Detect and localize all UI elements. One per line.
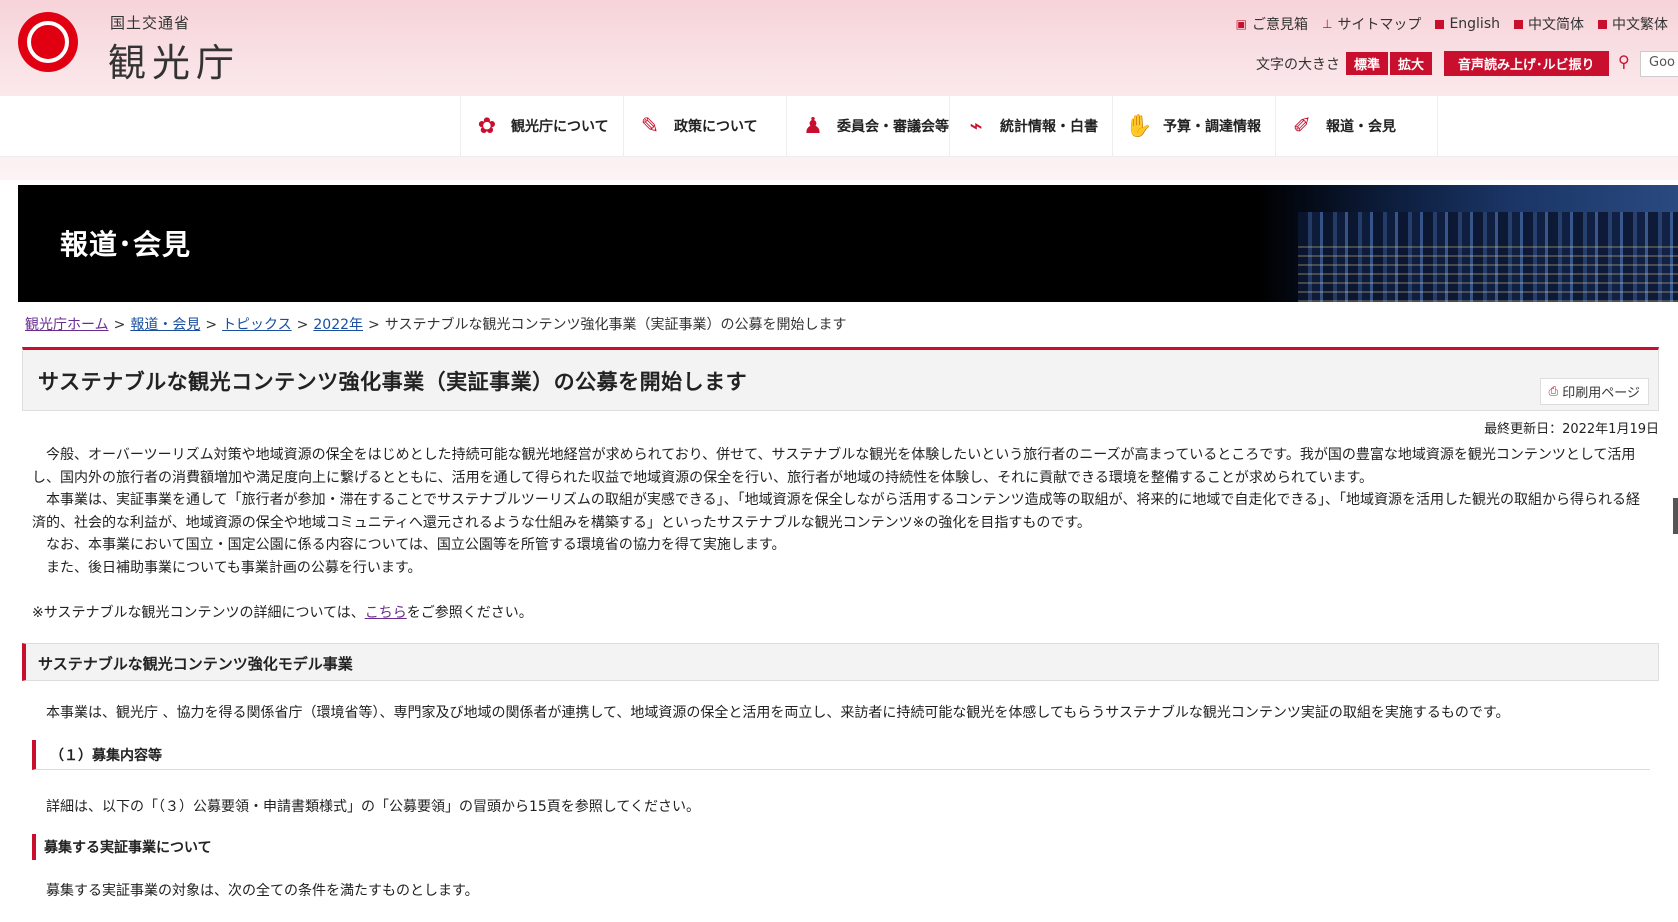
chart-icon: ⌁ xyxy=(969,113,983,139)
location-pin-icon: ⚲ xyxy=(1618,52,1630,71)
paragraph: 今般、オーバーツーリズム対策や地域資源の保全をはじめとした持続可能な観光地経営が… xyxy=(32,447,1636,486)
section-heading: サステナブルな観光コンテンツ強化モデル事業 xyxy=(22,643,1659,681)
breadcrumb-home[interactable]: 観光庁ホーム xyxy=(25,317,109,333)
nav-label: 委員会・審議会等 xyxy=(837,119,949,135)
paragraph: また、後日補助事業についても事業計画の公募を行います。 xyxy=(46,559,422,576)
note-prefix: ※サステナブルな観光コンテンツの詳細については、 xyxy=(32,605,365,621)
breadcrumb-topics[interactable]: トピックス xyxy=(222,317,292,333)
page-title-box: サステナブルな観光コンテンツ強化事業（実証事業）の公募を開始します ⎙ 印刷用ペー… xyxy=(22,347,1659,411)
nav-label: 予算・調達情報 xyxy=(1163,119,1261,135)
page-title: サステナブルな観光コンテンツ強化事業（実証事業）の公募を開始します xyxy=(38,370,748,394)
font-large-button[interactable]: 拡大 xyxy=(1390,52,1433,75)
reference-note: ※サステナブルな観光コンテンツの詳細については、こちらをご参照ください。 xyxy=(32,602,533,622)
last-updated: 最終更新日：2022年1月19日 xyxy=(1484,422,1659,437)
voice-ruby-button[interactable]: 音声読み上げ･ルビ振り xyxy=(1444,51,1609,76)
sub-subsection-text: 募集する実証事業の対象は、次の全ての条件を満たすものとします。 xyxy=(46,883,479,899)
search-input[interactable]: Goo xyxy=(1640,51,1678,77)
breadcrumb-separator: > xyxy=(296,317,309,333)
nav-label: 統計情報・白書 xyxy=(1000,119,1098,135)
microphone-icon: ✐ xyxy=(1292,113,1312,139)
subsection-heading: （１）募集内容等 xyxy=(32,740,1650,770)
sitemap-icon: ⊥ xyxy=(1321,17,1333,31)
square-bullet-icon xyxy=(1435,19,1445,29)
agency-name: 観光庁 xyxy=(108,41,241,85)
util-link-chinese-simplified[interactable]: 中文简体 xyxy=(1514,14,1584,34)
breadcrumb-press[interactable]: 報道・会見 xyxy=(130,317,200,333)
nav-press[interactable]: ✐ 報道・会見 xyxy=(1275,96,1438,156)
handshake-icon: ✋ xyxy=(1125,113,1153,139)
nav-about[interactable]: ✿ 観光庁について xyxy=(460,96,623,156)
scrollbar-thumb[interactable] xyxy=(1673,498,1678,534)
site-logo[interactable]: 国土交通省 観光庁 xyxy=(18,12,248,85)
breadcrumb-separator: > xyxy=(368,317,380,333)
breadcrumb: 観光庁ホーム > 報道・会見 > トピックス >2022年 > サステナブルな観光コンテンツ強… xyxy=(25,314,846,334)
paragraph: なお、本事業において国立・国定公園に係る内容については、国立公園等を所管する環境… xyxy=(46,537,786,553)
global-nav: ✿ 観光庁について ✎ 政策について ♟ 委員会・審議会等 ⌁ 統計情報・白書 ✋ 予算・… xyxy=(0,95,1678,157)
square-bullet-icon xyxy=(1598,19,1607,29)
util-link-label: English xyxy=(1449,16,1500,32)
section-banner: 報道･会見 xyxy=(18,185,1678,302)
breadcrumb-separator: > xyxy=(113,317,126,333)
nav-committee[interactable]: ♟ 委員会・審議会等 xyxy=(786,96,949,156)
nav-statistics[interactable]: ⌁ 統計情報・白書 xyxy=(949,96,1112,156)
util-link-label: 中文繁体 xyxy=(1612,17,1668,33)
font-size-label: 文字の大きさ xyxy=(1256,56,1340,73)
mailbox-icon: ▣ xyxy=(1235,17,1247,31)
font-size-control: 文字の大きさ 標準 拡大 xyxy=(1256,52,1433,75)
printer-icon: ⎙ xyxy=(1548,384,1559,398)
nav-label: 政策について xyxy=(674,119,758,135)
nav-policy[interactable]: ✎ 政策について xyxy=(623,96,786,156)
breadcrumb-separator: > xyxy=(205,317,218,333)
util-link-label: サイトマップ xyxy=(1337,17,1422,33)
ministry-name: 国土交通省 xyxy=(110,14,191,32)
pencil-icon: ✎ xyxy=(640,113,660,139)
util-link-chinese-traditional[interactable]: 中文繁体 xyxy=(1598,14,1668,34)
square-bullet-icon xyxy=(1514,19,1523,29)
print-page-button[interactable]: ⎙ 印刷用ページ xyxy=(1539,378,1649,405)
section-text: 本事業は、観光庁 、協力を得る関係省庁（環境省等）、専門家及び地域の関係者が連携… xyxy=(46,705,1510,721)
flower-icon: ✿ xyxy=(477,113,497,139)
city-night-image xyxy=(1258,185,1678,302)
paragraph: 本事業は、実証事業を通して「旅行者が参加・滞在することでサステナブルツーリズムの… xyxy=(32,492,1641,531)
util-link-label: ご意見箱 xyxy=(1251,17,1308,33)
people-icon: ♟ xyxy=(803,113,823,139)
util-link-opinion[interactable]: ▣ ご意見箱 xyxy=(1236,14,1308,34)
jta-logo-icon xyxy=(18,12,78,72)
sub-subsection-heading: 募集する実証事業について xyxy=(32,834,362,860)
utility-links: ▣ ご意見箱 ⊥ サイトマップ English 中文简体 中文繁体 xyxy=(1236,14,1668,34)
util-link-label: 中文简体 xyxy=(1528,17,1584,33)
breadcrumb-year[interactable]: 2022年 xyxy=(313,317,363,333)
breadcrumb-current: サステナブルな観光コンテンツ強化事業（実証事業）の公募を開始します xyxy=(384,317,847,333)
print-label: 印刷用ページ xyxy=(1562,386,1640,401)
intro-text: 今般、オーバーツーリズム対策や地域資源の保全をはじめとした持続可能な観光地経営が… xyxy=(32,444,1654,579)
util-link-sitemap[interactable]: ⊥ サイトマップ xyxy=(1322,14,1421,34)
nav-label: 観光庁について xyxy=(511,119,609,135)
subsection-text: 詳細は、以下の「（３）公募要領・申請書類様式」の「公募要領」の冒頭から15頁を参… xyxy=(46,799,700,815)
font-standard-button[interactable]: 標準 xyxy=(1346,52,1389,75)
banner-title: 報道･会見 xyxy=(60,228,192,261)
nav-label: 報道・会見 xyxy=(1326,119,1396,135)
util-link-english[interactable]: English xyxy=(1435,14,1500,34)
note-suffix: をご参照ください。 xyxy=(406,605,533,621)
reference-link[interactable]: こちら xyxy=(365,605,407,621)
nav-budget[interactable]: ✋ 予算・調達情報 xyxy=(1112,96,1275,156)
